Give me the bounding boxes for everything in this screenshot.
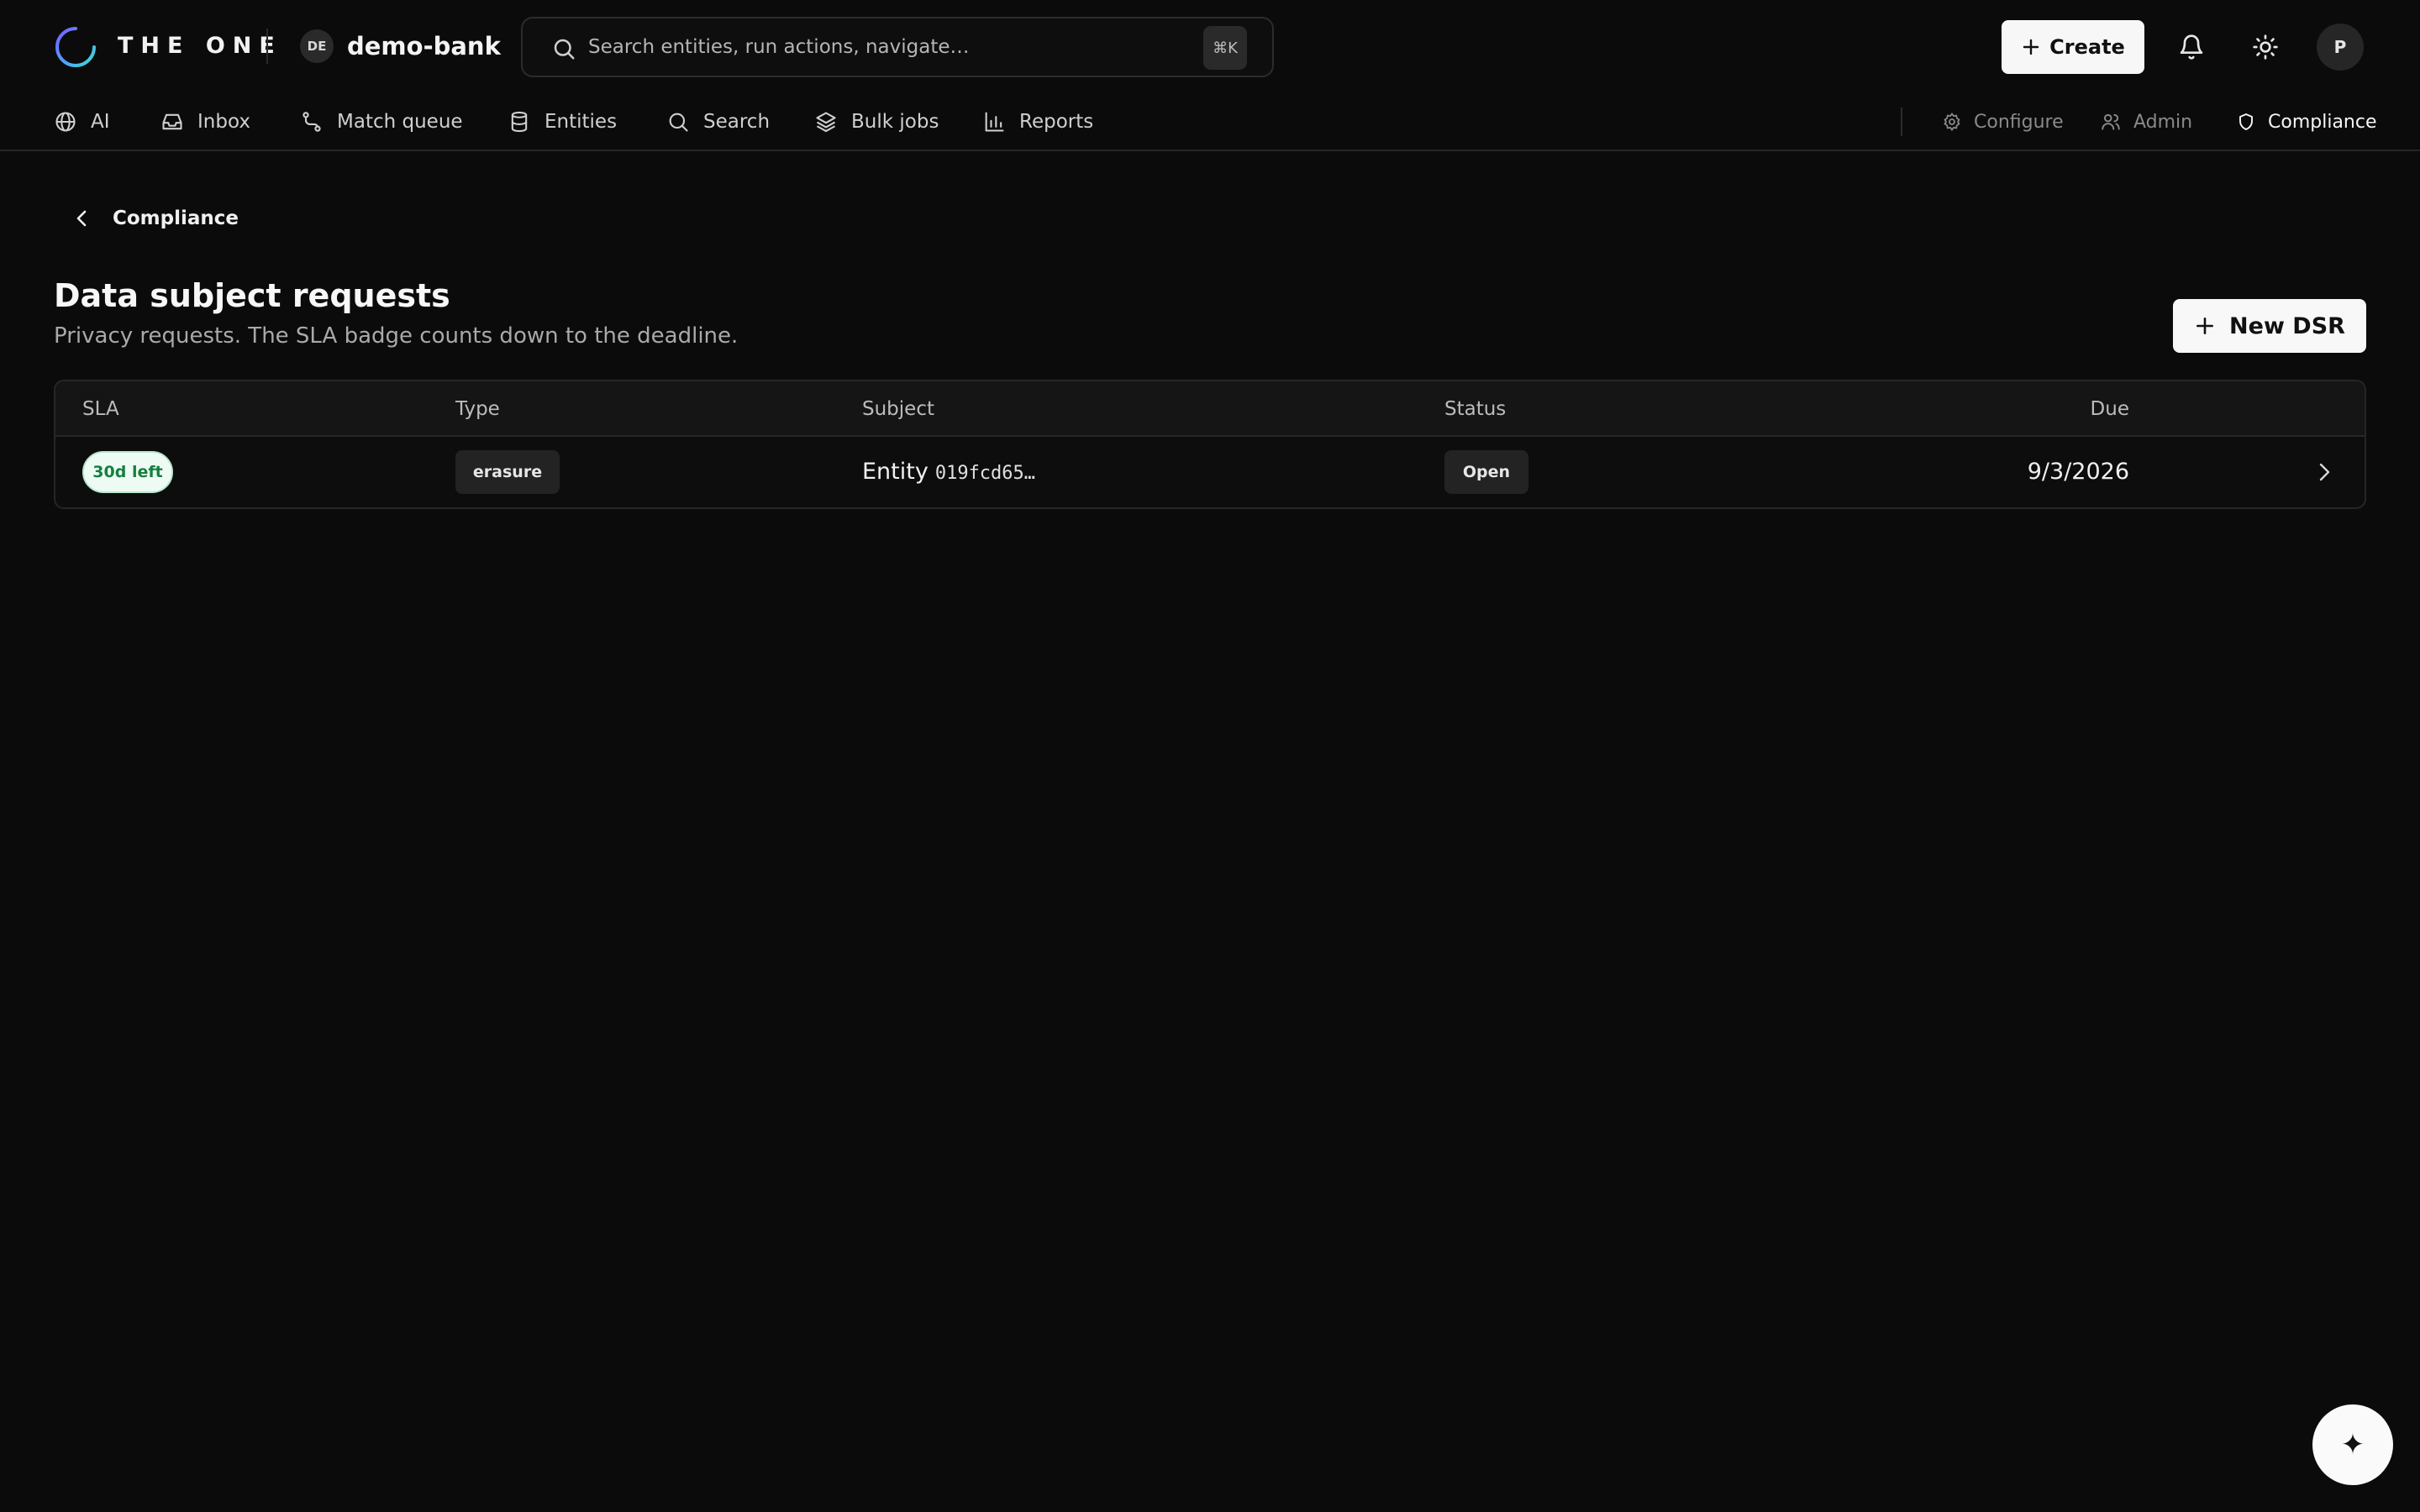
status-badge: Open xyxy=(1444,450,1528,494)
new-dsr-button[interactable]: New DSR xyxy=(2173,299,2366,353)
user-avatar[interactable]: P xyxy=(2317,24,2364,71)
shield-icon xyxy=(2236,112,2256,132)
create-button[interactable]: Create xyxy=(2002,20,2144,74)
command-search[interactable]: ⌘K xyxy=(521,17,1274,77)
type-badge: erasure xyxy=(455,450,560,494)
nav-item-match-queue[interactable]: Match queue xyxy=(300,106,463,138)
plus-icon xyxy=(2194,315,2216,337)
nav-item-compliance[interactable]: Compliance xyxy=(2236,106,2377,138)
column-header-subject[interactable]: Subject xyxy=(862,396,934,422)
divider xyxy=(266,29,268,64)
create-button-label: Create xyxy=(2049,35,2125,59)
sla-badge: 30d left xyxy=(82,451,173,493)
nav-item-label: Admin xyxy=(2133,111,2193,133)
nav-item-search[interactable]: Search xyxy=(666,106,770,138)
nav-item-label: Match queue xyxy=(337,111,463,133)
notifications-button[interactable] xyxy=(2171,27,2212,67)
subject-cell: Entity 019fcd65… xyxy=(862,457,1035,489)
theme-toggle-button[interactable] xyxy=(2245,27,2286,67)
back-link-label: Compliance xyxy=(113,207,239,229)
nav-item-reports[interactable]: Reports xyxy=(982,106,1093,138)
search-icon xyxy=(666,110,690,134)
nav-item-label: Bulk jobs xyxy=(851,111,939,133)
column-header-sla[interactable]: SLA xyxy=(82,396,119,422)
chevron-left-icon xyxy=(74,209,91,228)
top-bar: THE ONE DE demo-bank ⌘K Create P xyxy=(0,0,2420,92)
nav-item-label: Reports xyxy=(1019,111,1094,133)
nav-item-label: Compliance xyxy=(2268,111,2377,133)
column-header-status[interactable]: Status xyxy=(1444,396,1506,422)
nav-item-label: Search xyxy=(703,111,771,133)
nav-item-admin[interactable]: Admin xyxy=(2100,106,2192,138)
nav-item-configure[interactable]: Configure xyxy=(1942,106,2064,138)
nav-item-ai[interactable]: AI xyxy=(54,106,110,138)
page-title: Data subject requests xyxy=(54,277,450,314)
page-subtitle: Privacy requests. The SLA badge counts d… xyxy=(54,323,739,349)
due-date: 9/3/2026 xyxy=(2027,459,2129,485)
dsr-table: SLA Type Subject Status Due 30d left era… xyxy=(54,380,2366,509)
route-icon xyxy=(300,110,324,134)
globe-icon xyxy=(54,110,77,134)
search-input[interactable] xyxy=(588,30,1126,64)
gear-icon xyxy=(1942,112,1962,132)
search-icon xyxy=(551,36,576,61)
column-header-type[interactable]: Type xyxy=(455,396,500,422)
subject-id: 019fcd65… xyxy=(934,463,1036,484)
ai-assistant-button[interactable]: ✦ xyxy=(2312,1404,2393,1485)
sun-icon xyxy=(2252,34,2279,60)
table-header: SLA Type Subject Status Due xyxy=(55,381,2365,437)
nav-divider xyxy=(1901,108,1902,136)
keyboard-shortcut-badge: ⌘K xyxy=(1203,26,1247,70)
subject-prefix: Entity xyxy=(862,459,929,485)
plus-icon xyxy=(2021,37,2041,57)
main-nav: AI Inbox Match queue Entities Search Bul… xyxy=(0,92,2420,151)
nav-item-label: Configure xyxy=(1974,111,2064,133)
users-icon xyxy=(2100,111,2122,133)
brand-name[interactable]: THE ONE xyxy=(118,30,282,62)
chevron-right-icon[interactable] xyxy=(2316,460,2333,484)
new-dsr-button-label: New DSR xyxy=(2229,312,2345,339)
org-switcher[interactable]: demo-bank xyxy=(347,29,501,63)
nav-item-label: AI xyxy=(91,111,110,133)
nav-item-label: Entities xyxy=(544,111,618,133)
logo-ring-icon[interactable] xyxy=(54,25,97,69)
bell-icon xyxy=(2178,34,2205,60)
inbox-icon xyxy=(160,110,184,134)
nav-item-entities[interactable]: Entities xyxy=(508,106,617,138)
nav-item-inbox[interactable]: Inbox xyxy=(160,106,250,138)
sparkle-icon: ✦ xyxy=(2340,1428,2365,1462)
column-header-due[interactable]: Due xyxy=(2091,396,2129,422)
nav-item-bulk-jobs[interactable]: Bulk jobs xyxy=(814,106,939,138)
back-link[interactable]: Compliance xyxy=(74,202,239,235)
bar-chart-icon xyxy=(982,110,1006,134)
org-avatar[interactable]: DE xyxy=(300,29,334,63)
database-icon xyxy=(508,110,531,134)
layers-icon xyxy=(814,110,838,134)
table-row[interactable]: 30d left erasure Entity 019fcd65… Open 9… xyxy=(55,437,2365,507)
nav-item-label: Inbox xyxy=(197,111,250,133)
